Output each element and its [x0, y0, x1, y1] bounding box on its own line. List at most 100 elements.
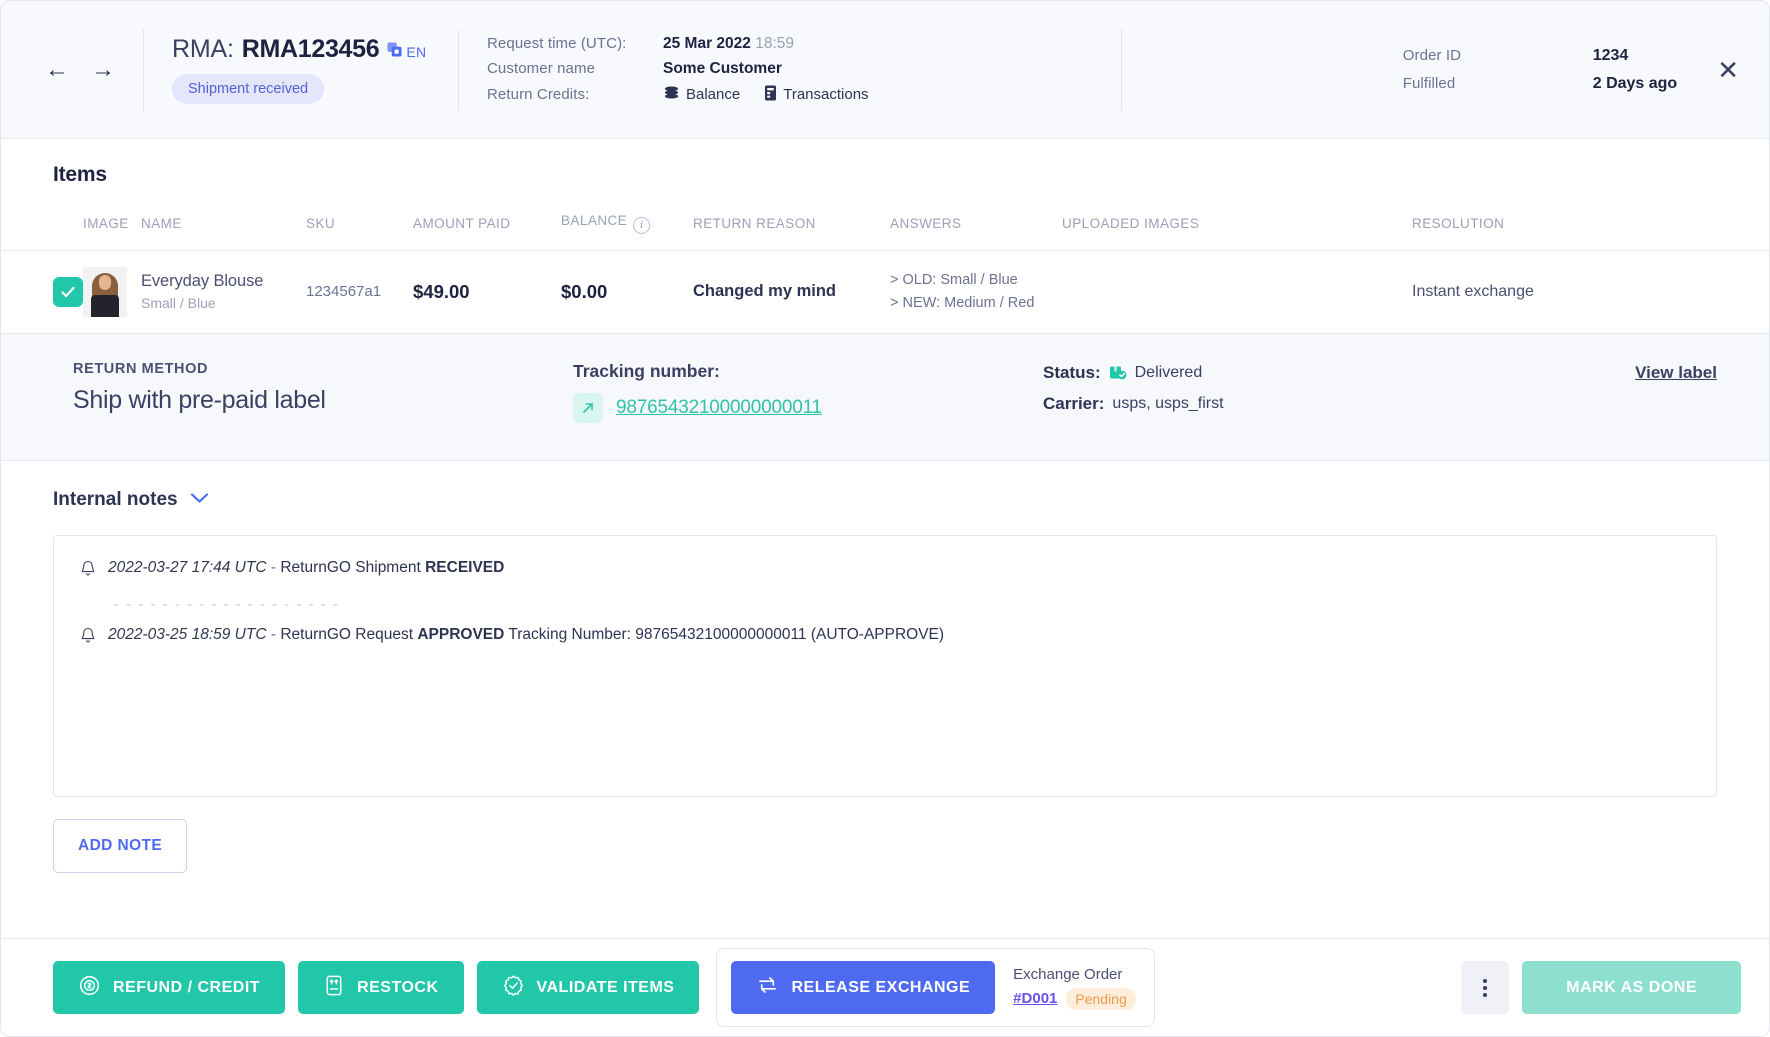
translate-icon: [387, 42, 402, 62]
row-return-reason-cell: Changed my mind: [693, 250, 890, 333]
balance-value: $0.00: [561, 280, 608, 302]
fulfilled-label: Fulfilled: [1402, 75, 1456, 92]
header-navigation: ← →: [45, 57, 115, 82]
list-item: 2022-03-27 17:44 UTC - ReturnGO Shipment…: [80, 558, 1690, 582]
note-bold: APPROVED: [417, 625, 505, 643]
action-footer: REFUND / CREDIT RESTOCK VALIDATE ITEMS R…: [1, 938, 1769, 1036]
items-table: IMAGE NAME SKU AMOUNT PAID BALANCE i RETU…: [1, 213, 1769, 333]
note-prefix: ReturnGO Request: [280, 625, 414, 643]
answer-old: > OLD: Small / Blue: [890, 272, 1018, 288]
return-credits-label: Return Credits:: [487, 86, 590, 103]
list-item: 2022-03-25 18:59 UTC - ReturnGO Request …: [80, 625, 1690, 649]
items-table-head: IMAGE NAME SKU AMOUNT PAID BALANCE i RETU…: [1, 213, 1769, 251]
exchange-order-info: Exchange Order #D001 Pending: [1013, 966, 1136, 1010]
column-amount-paid: AMOUNT PAID: [413, 213, 561, 251]
internal-notes-box[interactable]: 2022-03-27 17:44 UTC - ReturnGO Shipment…: [53, 534, 1717, 797]
item-checkbox[interactable]: [53, 276, 83, 307]
items-title: Items: [53, 163, 107, 186]
mark-as-done-button[interactable]: MARK AS DONE: [1522, 961, 1741, 1014]
restock-icon: [323, 974, 345, 1002]
tracking-number-row: 98765432100000000011: [573, 392, 1043, 423]
info-icon[interactable]: i: [633, 216, 651, 234]
column-balance: BALANCE i: [561, 213, 693, 251]
language-chip[interactable]: EN: [387, 42, 426, 62]
column-answers: ANSWERS: [890, 213, 1062, 251]
package-delivered-icon: [1109, 364, 1127, 381]
items-header-row: IMAGE NAME SKU AMOUNT PAID BALANCE i RETU…: [1, 213, 1769, 251]
order-id-row: Order ID 1234: [1403, 47, 1677, 65]
fulfilled-row: Fulfilled 2 Days ago: [1403, 75, 1677, 93]
receipt-icon: [764, 85, 777, 105]
restock-label: RESTOCK: [357, 978, 439, 996]
rma-value: RMA123456: [241, 35, 380, 63]
transactions-link[interactable]: Transactions: [764, 85, 869, 105]
close-icon[interactable]: ✕: [1711, 51, 1745, 89]
restock-button[interactable]: RESTOCK: [298, 961, 464, 1014]
exchange-order-id-link[interactable]: #D001: [1013, 990, 1057, 1007]
view-label-link[interactable]: View label: [1635, 361, 1717, 383]
request-time-date: 25 Mar 2022: [663, 34, 751, 52]
row-name-cell: Everyday Blouse Small / Blue: [141, 250, 306, 333]
release-exchange-button[interactable]: RELEASE EXCHANGE: [731, 961, 996, 1014]
note-dash: -: [270, 558, 277, 576]
refund-credit-label: REFUND / CREDIT: [113, 978, 261, 996]
exchange-order-row: #D001 Pending: [1013, 987, 1136, 1010]
return-credits-row: Return Credits: Balance Transactions: [487, 85, 869, 105]
header-divider-1: [143, 28, 144, 111]
language-label: EN: [406, 44, 427, 60]
refund-credit-button[interactable]: REFUND / CREDIT: [53, 961, 286, 1014]
order-id-value: 1234: [1592, 46, 1629, 64]
items-table-body: Everyday Blouse Small / Blue 1234567a1 $…: [1, 250, 1769, 333]
customer-name-label: Customer name: [487, 60, 596, 77]
shipment-status-column: Status: Delivered Carrier: usps, usps_fi…: [1043, 361, 1423, 425]
chevron-down-icon[interactable]: [190, 491, 209, 508]
return-reason-value: Changed my mind: [693, 282, 837, 300]
request-meta-group: Request time (UTC): 25 Mar 2022 18:59 Cu…: [487, 35, 869, 105]
shipment-status-row: Status: Delivered: [1043, 363, 1423, 383]
back-arrow-icon[interactable]: ←: [45, 57, 69, 82]
exchange-order-status-badge: Pending: [1066, 987, 1136, 1010]
row-uploaded-images-cell: [1062, 250, 1412, 333]
status-badge: Shipment received: [172, 74, 325, 104]
answer-new: > NEW: Medium / Red: [890, 295, 1035, 311]
balance-link[interactable]: Balance: [663, 85, 740, 104]
rma-label: RMA:: [172, 35, 234, 63]
shipment-status-value: Delivered: [1134, 363, 1203, 381]
exchange-order-title: Exchange Order: [1013, 965, 1123, 983]
validate-badge-check-icon: [502, 974, 525, 1002]
return-method-label: RETURN METHOD: [73, 360, 209, 377]
fulfilled-value: 2 Days ago: [1592, 74, 1678, 92]
row-sku-cell: 1234567a1: [306, 250, 413, 333]
row-balance-cell: $0.00: [561, 250, 693, 333]
note-timestamp: 2022-03-25 18:59 UTC: [108, 625, 267, 643]
row-resolution-cell: Instant exchange: [1412, 250, 1769, 333]
balance-label: Balance: [686, 86, 741, 103]
validate-items-label: VALIDATE ITEMS: [536, 978, 675, 996]
external-link-icon[interactable]: [573, 392, 603, 423]
column-resolution: RESOLUTION: [1412, 213, 1769, 251]
items-section: Items IMAGE NAME SKU AMOUNT PAID BALANCE…: [1, 139, 1769, 333]
customer-name-row: Customer name Some Customer: [487, 60, 869, 78]
exchange-arrows-icon: [756, 974, 779, 1001]
add-note-button[interactable]: ADD NOTE: [53, 818, 188, 873]
amount-paid-value: $49.00: [413, 280, 470, 302]
more-options-icon[interactable]: [1461, 961, 1510, 1014]
validate-items-button[interactable]: VALIDATE ITEMS: [476, 961, 700, 1014]
refund-icon: [78, 974, 101, 1002]
note-timestamp: 2022-03-27 17:44 UTC: [108, 558, 267, 576]
return-detail-window: ← → RMA: RMA123456 EN Shipment received …: [0, 0, 1770, 1037]
forward-arrow-icon[interactable]: →: [91, 57, 115, 82]
column-return-reason: RETURN REASON: [693, 213, 890, 251]
column-name: NAME: [141, 213, 306, 251]
note-text: 2022-03-25 18:59 UTC - ReturnGO Request …: [108, 625, 944, 646]
request-time-clock: 18:59: [755, 34, 795, 52]
return-method-value: Ship with pre-paid label: [73, 385, 326, 414]
footer-right-group: MARK AS DONE: [1461, 961, 1741, 1014]
header-divider-2: [458, 28, 459, 111]
internal-notes-header[interactable]: Internal notes: [53, 489, 1717, 511]
coins-icon: [663, 85, 680, 104]
tracking-number-link[interactable]: 98765432100000000011: [616, 397, 822, 419]
return-method-bar: RETURN METHOD Ship with pre-paid label T…: [1, 332, 1769, 461]
bell-icon: [80, 627, 96, 649]
header-divider-3: [1121, 28, 1123, 111]
